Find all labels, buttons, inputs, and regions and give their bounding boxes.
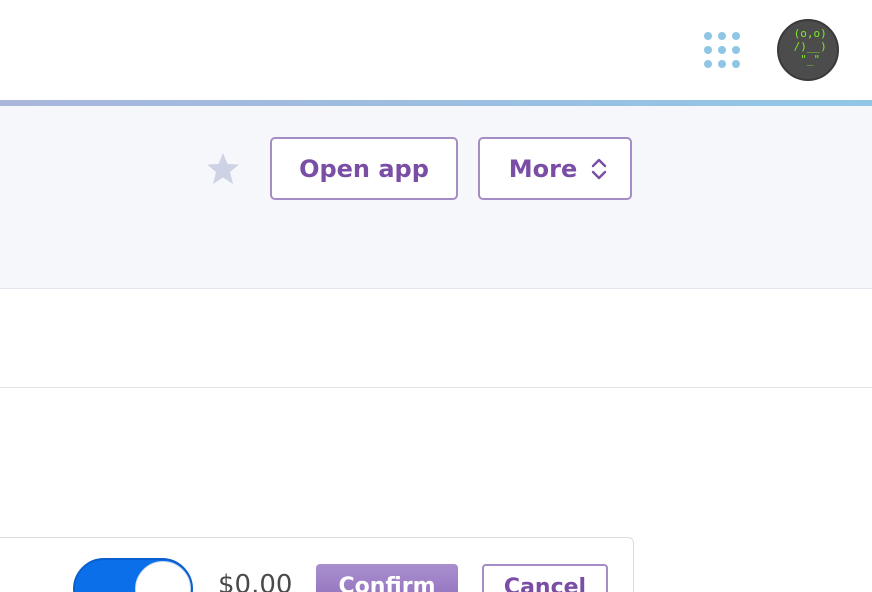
price-value: $0.00 [218, 570, 293, 592]
star-icon[interactable] [205, 151, 241, 187]
avatar[interactable]: (o,o) /)__) "_" [777, 19, 839, 81]
more-label: More [508, 154, 578, 183]
avatar-owl-art: (o,o) /)__) "_" [793, 27, 827, 66]
top-bar [0, 0, 872, 100]
content-band [0, 290, 872, 388]
chevron-up-down-icon [592, 158, 607, 179]
confirm-button[interactable]: Confirm [316, 564, 458, 592]
confirm-label: Confirm [338, 574, 436, 592]
cancel-label: Cancel [503, 575, 587, 592]
grid-dots-icon[interactable] [703, 32, 741, 70]
more-button[interactable]: More [478, 137, 632, 200]
open-app-label: Open app [299, 154, 429, 183]
plan-toggle[interactable] [73, 558, 193, 592]
toggle-knob [135, 561, 191, 592]
cancel-button[interactable]: Cancel [482, 564, 608, 592]
open-app-button[interactable]: Open app [270, 137, 458, 200]
